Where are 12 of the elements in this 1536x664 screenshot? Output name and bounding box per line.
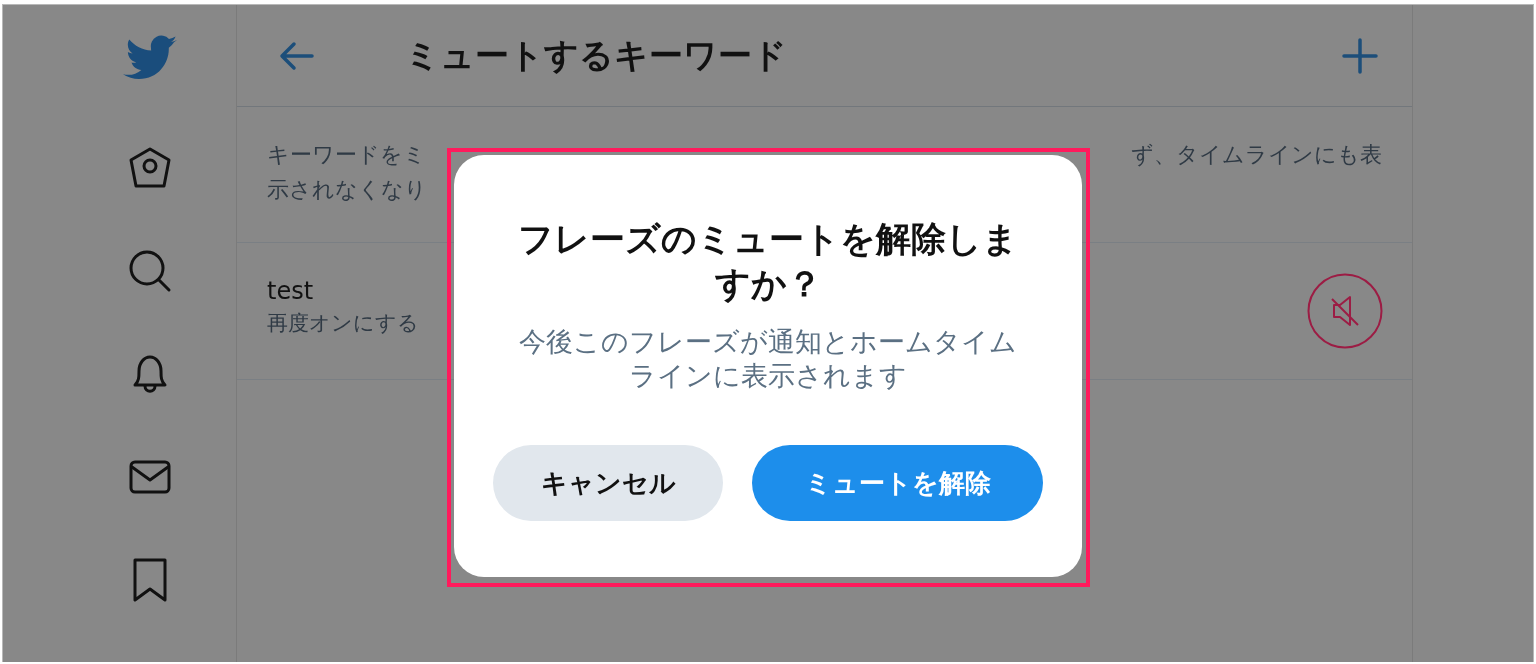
cancel-button[interactable]: キャンセル [493, 445, 723, 521]
description-text: キーワードをミ [267, 141, 426, 169]
dialog-title: フレーズのミュートを解除しますか？ [517, 218, 1019, 306]
hint-text: 再度オンにする [267, 310, 419, 337]
bird-logo-icon[interactable] [121, 34, 178, 82]
keyword-text: test [267, 277, 315, 305]
dialog-message: 今後このフレーズが通知とホームタイムラインに表示されます [518, 325, 1018, 393]
plus-icon[interactable] [1342, 37, 1378, 74]
description-text: ず、タイムラインにも表 [1131, 141, 1382, 169]
description-text: 示されなくなり [267, 176, 427, 204]
page-title: ミュートするキーワード [405, 33, 788, 77]
back-arrow-icon[interactable] [279, 40, 315, 71]
